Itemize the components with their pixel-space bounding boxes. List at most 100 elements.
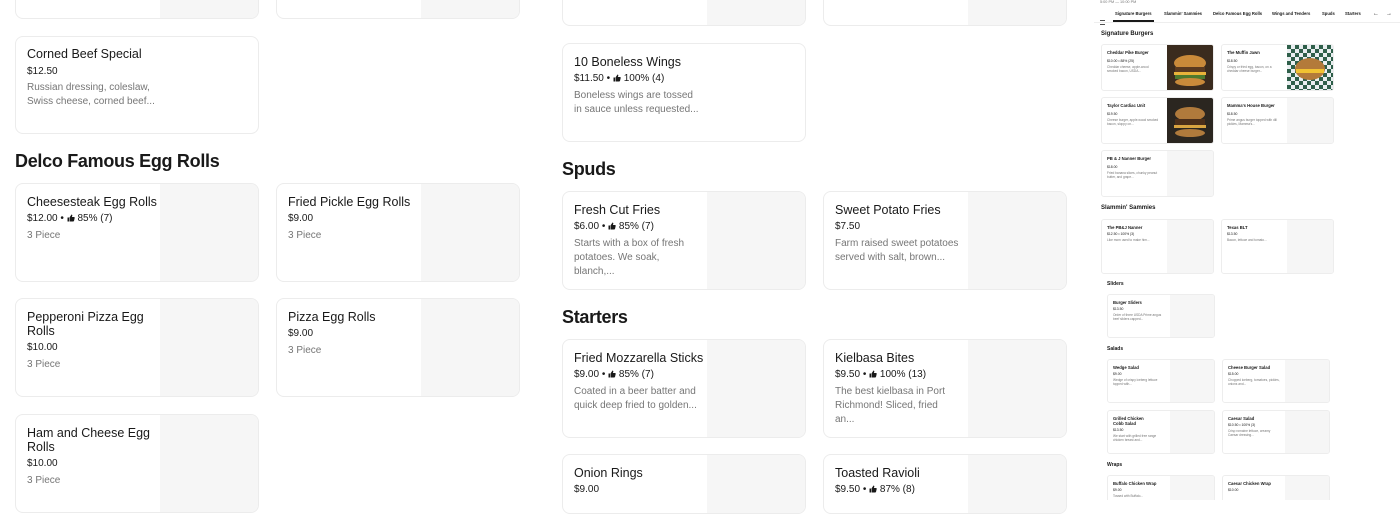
item-name: Corned Beef Special bbox=[27, 47, 142, 61]
preview-item-card[interactable]: The Muffin Jawn $18.50 Crispy or fried e… bbox=[1221, 44, 1334, 91]
menu-item-fried-pickle-egg-rolls[interactable]: Fried Pickle Egg Rolls $9.00 3 Piece bbox=[276, 183, 520, 282]
preview-item-card[interactable]: Grilled Chicken Cobb Salad $13.50 We sta… bbox=[1107, 410, 1215, 454]
menu-item-cheesesteak-egg-rolls[interactable]: Cheesesteak Egg Rolls $12.00 • 85% (7) 3… bbox=[15, 183, 259, 282]
thumbs-up-icon bbox=[869, 370, 877, 378]
item-price: $10.50 • 100% (3) bbox=[1228, 423, 1256, 427]
item-description: served with salt, brown... bbox=[835, 252, 946, 263]
item-price: $13.50 bbox=[1227, 232, 1238, 236]
separator: • bbox=[60, 213, 64, 224]
item-image bbox=[1287, 98, 1333, 143]
item-name: Taylor Cardiac Unit bbox=[1107, 103, 1146, 108]
item-name: Burger Sliders bbox=[1113, 300, 1142, 305]
item-description: quick deep fried to golden... bbox=[574, 400, 697, 411]
item-image bbox=[1170, 360, 1214, 402]
tab-wings-and-tenders[interactable]: Wings and Tenders bbox=[1272, 11, 1310, 16]
preview-item-card[interactable]: Caesar Chicken Wrap $10.00 bbox=[1222, 475, 1330, 500]
item-description: 3 Piece bbox=[27, 475, 61, 486]
item-price: $6.00 bbox=[574, 221, 600, 232]
menu-item-pepperoni-pizza-egg-rolls[interactable]: Pepperoni Pizza Egg Rolls $10.00 3 Piece bbox=[15, 298, 259, 397]
preview-item-card[interactable]: PB & J Nanner Burger $18.00 Fried banana… bbox=[1101, 150, 1214, 197]
item-description: The best kielbasa in Port bbox=[835, 386, 946, 397]
item-name: Caesar Chicken Wrap bbox=[1228, 481, 1271, 486]
item-price: $7.50 bbox=[835, 221, 861, 232]
item-price-rating: $9.50 • 87% (8) bbox=[835, 484, 915, 495]
item-name: Rolls bbox=[27, 324, 55, 338]
item-rating: 100% (4) bbox=[623, 73, 665, 84]
preview-item-card[interactable]: Cheese Burger Salad $15.00 Chopped icebe… bbox=[1222, 359, 1330, 403]
item-description: 3 Piece bbox=[288, 230, 322, 241]
item-description: 3 Piece bbox=[27, 230, 61, 241]
item-image bbox=[1170, 411, 1214, 453]
item-description: Cheddar cheese, apple-wood smoked bacon,… bbox=[1107, 65, 1149, 74]
item-image bbox=[421, 0, 519, 18]
preview-item-card[interactable]: Taylor Cardiac Unit $19.50 Cheese burger… bbox=[1101, 97, 1214, 144]
preview-item-card[interactable]: Buffalo Chicken Wrap $9.00 Tossed with B… bbox=[1107, 475, 1215, 500]
item-name: Grilled Chicken Cobb Salad bbox=[1113, 416, 1144, 426]
arrow-right-icon[interactable]: → bbox=[1386, 11, 1392, 17]
item-name: Wedge Salad bbox=[1113, 365, 1139, 370]
item-price: $9.00 bbox=[574, 484, 600, 495]
item-description: in sauce unless requested... bbox=[574, 104, 699, 115]
preview-item-card[interactable]: Burger Sliders $13.50 Order of three USD… bbox=[1107, 294, 1215, 338]
menu-item-ham-and-cheese-egg-rolls[interactable]: Ham and Cheese Egg Rolls $10.00 3 Piece bbox=[15, 414, 259, 513]
arrow-left-icon[interactable]: ← bbox=[1373, 11, 1379, 17]
item-price-rating: $11.50 • 100% (4) bbox=[574, 73, 664, 84]
item-rating: 85% (7) bbox=[618, 369, 654, 380]
item-price: $18.00 bbox=[1107, 165, 1118, 169]
item-name: Fresh Cut Fries bbox=[574, 203, 661, 217]
item-description: Crispy or fried egg, bacon, on a cheddar… bbox=[1227, 65, 1272, 74]
menu-item-10-boneless-wings[interactable]: 10 Boneless Wings $11.50 • 100% (4) Bone… bbox=[562, 43, 806, 142]
menu-item-card[interactable] bbox=[276, 0, 520, 19]
separator: • bbox=[862, 369, 867, 380]
item-image bbox=[1167, 220, 1213, 273]
item-price: $10.00 bbox=[27, 458, 58, 469]
item-description: Coated in a beer batter and bbox=[574, 386, 696, 397]
preview-section-sliders: Sliders bbox=[1107, 281, 1124, 287]
tab-signature-burgers[interactable]: Signature Burgers bbox=[1115, 11, 1152, 16]
preview-item-card[interactable]: The PB&J Nanner $12.50 • 100% (3) Like m… bbox=[1101, 219, 1214, 274]
item-name: Toasted Ravioli bbox=[835, 466, 920, 480]
menu-item-corned-beef-special[interactable]: Corned Beef Special $12.50 Russian dress… bbox=[15, 36, 259, 134]
menu-item-kielbasa-bites[interactable]: Kielbasa Bites $9.50 • 100% (13) The bes… bbox=[823, 339, 1067, 438]
item-image bbox=[707, 192, 805, 289]
preview-item-card[interactable]: Texas BLT $13.50 Bacon, lettuce and toma… bbox=[1221, 219, 1334, 274]
item-name: PB & J Nanner Burger bbox=[1107, 156, 1151, 161]
item-image bbox=[968, 340, 1066, 437]
item-description: Farm raised sweet potatoes bbox=[835, 238, 959, 249]
item-image bbox=[160, 184, 258, 281]
category-tab-bar: Signature Burgers Slammin' Sammies Delco… bbox=[1094, 7, 1400, 25]
menu-item-sweet-potato-fries[interactable]: Sweet Potato Fries $7.50 Farm raised swe… bbox=[823, 191, 1067, 290]
preview-item-card[interactable]: Wedge Salad $9.00 Wedge of crispy iceber… bbox=[1107, 359, 1215, 403]
tab-slammin-sammies[interactable]: Slammin' Sammies bbox=[1164, 11, 1202, 16]
item-price: $9.50 bbox=[835, 484, 861, 495]
item-rating: 85% (7) bbox=[77, 213, 113, 224]
preview-item-card[interactable]: Cheddar Pike Burger $10.00 • 88% (25) Ch… bbox=[1101, 44, 1214, 91]
menu-item-card[interactable] bbox=[823, 0, 1067, 26]
preview-section-signature-burgers: Signature Burgers bbox=[1101, 31, 1154, 37]
tab-spuds[interactable]: Spuds bbox=[1322, 11, 1335, 16]
list-icon[interactable] bbox=[1100, 12, 1105, 25]
menu-item-toasted-ravioli[interactable]: Toasted Ravioli $9.50 • 87% (8) bbox=[823, 454, 1067, 514]
tab-delco-famous-egg-rolls[interactable]: Delco Famous Egg Rolls bbox=[1213, 11, 1262, 16]
menu-item-onion-rings[interactable]: Onion Rings $9.00 bbox=[562, 454, 806, 514]
preview-item-card[interactable]: Caesar Salad $10.50 • 100% (3) Crisp rom… bbox=[1222, 410, 1330, 454]
menu-item-fried-mozzarella-sticks[interactable]: Fried Mozzarella Sticks $9.00 • 85% (7) … bbox=[562, 339, 806, 438]
item-price: $12.50 bbox=[27, 66, 58, 77]
thumbs-up-icon bbox=[608, 222, 616, 230]
item-name: Pepperoni Pizza Egg bbox=[27, 310, 144, 324]
item-name: Cheese Burger Salad bbox=[1228, 365, 1271, 370]
menu-item-card[interactable] bbox=[562, 0, 806, 26]
menu-item-fresh-cut-fries[interactable]: Fresh Cut Fries $6.00 • 85% (7) Starts w… bbox=[562, 191, 806, 290]
tab-starters[interactable]: Starters bbox=[1345, 11, 1361, 16]
item-price: $19.50 bbox=[1107, 112, 1118, 116]
item-price: $9.00 bbox=[1113, 488, 1122, 492]
item-description: Wedge of crispy iceberg lettuce topped w… bbox=[1113, 378, 1158, 387]
item-image bbox=[1287, 220, 1333, 273]
item-price: $13.50 bbox=[1113, 307, 1124, 311]
item-name: The Muffin Jawn bbox=[1227, 50, 1260, 55]
preview-item-card[interactable]: Mamma's House Burger $18.50 Prime angus … bbox=[1221, 97, 1334, 144]
item-name: Mamma's House Burger bbox=[1227, 103, 1275, 108]
menu-item-card[interactable] bbox=[15, 0, 259, 19]
item-image bbox=[707, 0, 805, 25]
menu-item-pizza-egg-rolls[interactable]: Pizza Egg Rolls $9.00 3 Piece bbox=[276, 298, 520, 397]
